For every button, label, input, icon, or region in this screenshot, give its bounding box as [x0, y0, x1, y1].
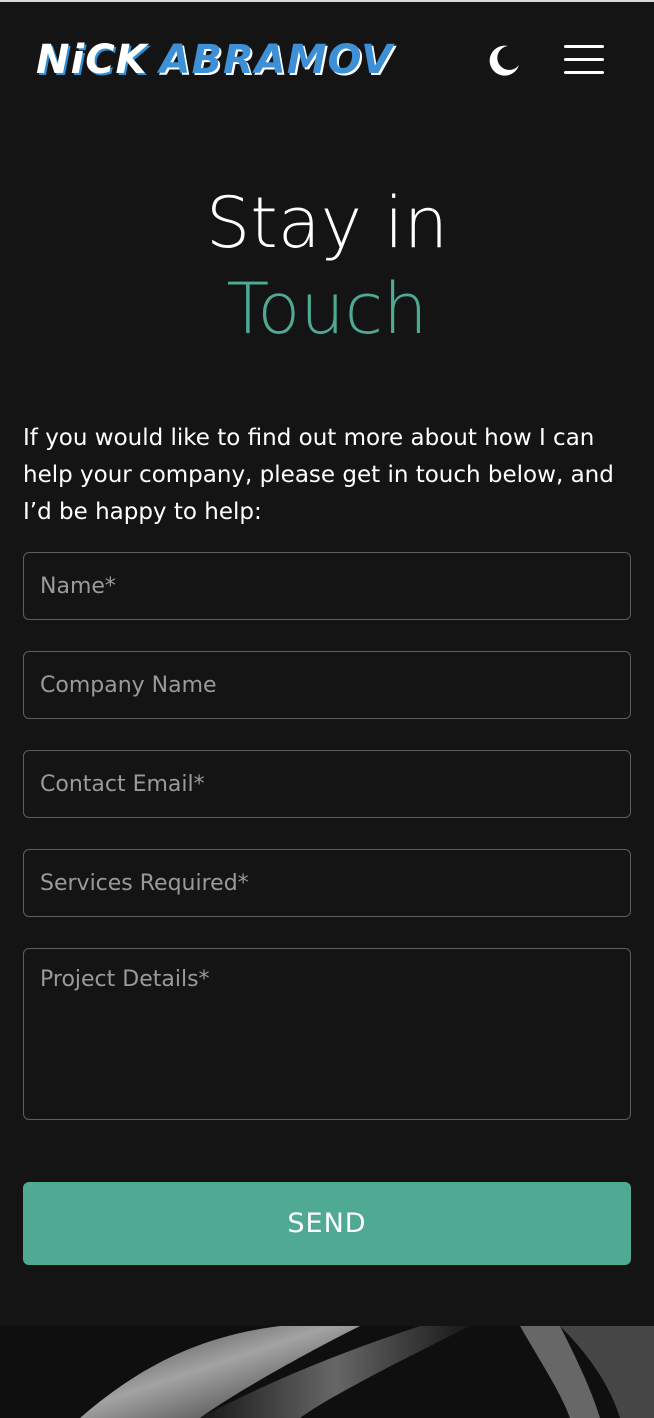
moon-icon: [489, 45, 519, 76]
menu-button[interactable]: [562, 42, 606, 78]
site-logo[interactable]: NiCK ABRAMOV: [36, 36, 393, 84]
abstract-photo: [0, 1326, 654, 1418]
background-photo: [0, 1326, 654, 1418]
theme-toggle-button[interactable]: [486, 42, 522, 78]
contact-email-input[interactable]: [23, 750, 631, 818]
contact-form: SEND: [23, 552, 631, 1265]
page-title: Stay in Touch: [0, 180, 654, 352]
company-name-input[interactable]: [23, 651, 631, 719]
page-title-line2: Touch: [226, 268, 428, 350]
contact-page: NiCK ABRAMOV Stay in Touch If you would …: [0, 0, 654, 1418]
page-title-line1: Stay in: [205, 182, 449, 264]
logo-first-name: NiCK: [36, 37, 148, 83]
logo-last-name: ABRAMOV: [159, 37, 394, 83]
name-input[interactable]: [23, 552, 631, 620]
site-header: NiCK ABRAMOV: [0, 2, 654, 112]
send-button[interactable]: SEND: [23, 1182, 631, 1265]
services-required-input[interactable]: [23, 849, 631, 917]
intro-text: If you would like to find out more about…: [23, 425, 614, 525]
project-details-textarea[interactable]: [23, 948, 631, 1120]
